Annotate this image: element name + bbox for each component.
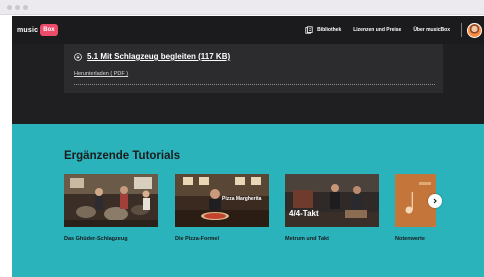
window-dot[interactable] — [23, 5, 28, 10]
logo-word: music — [17, 26, 39, 34]
window-dot[interactable] — [15, 5, 20, 10]
download-pdf-link[interactable]: Herunterladen ( PDF ) — [74, 71, 128, 77]
top-navbar: music Box Bibliothek Lizenzen und Preise… — [12, 16, 484, 44]
nav-links: Bibliothek Lizenzen und Preise Über musi… — [293, 16, 484, 44]
library-icon — [305, 26, 313, 34]
nav-divider — [461, 23, 462, 37]
tutorial-title[interactable]: Das Ghüder-Schlagzeug — [64, 236, 128, 242]
tutorial-thumbnail[interactable]: Pizza Margherita — [175, 174, 269, 227]
tutorial-title[interactable]: Die Pizza-Formel — [175, 236, 219, 242]
chevron-right-icon — [433, 198, 437, 204]
tutorial-card[interactable]: Pizza Margherita Die Pizza-Formel — [175, 174, 269, 242]
nav-library-link[interactable]: Bibliothek — [305, 26, 341, 34]
carousel-next-button[interactable] — [428, 194, 442, 208]
dotted-divider — [74, 84, 435, 85]
nav-about-link[interactable]: Über musicBox — [413, 27, 450, 33]
musicbox-logo[interactable]: music Box — [17, 24, 58, 36]
tutorial-thumbnail[interactable] — [64, 174, 158, 227]
tutorial-card[interactable]: Das Ghüder-Schlagzeug — [64, 174, 158, 242]
download-card: 5.1 Mit Schlagzeug begleiten (117 KB) He… — [64, 44, 443, 93]
download-section: 5.1 Mit Schlagzeug begleiten (117 KB) He… — [12, 44, 484, 124]
music-room-image — [285, 174, 379, 227]
download-title-link[interactable]: 5.1 Mit Schlagzeug begleiten (117 KB) — [87, 52, 230, 61]
logo-badge: Box — [40, 24, 58, 36]
user-avatar[interactable] — [467, 22, 482, 38]
nav-licenses-link[interactable]: Lizenzen und Preise — [353, 27, 401, 33]
thumbnail-caption: 4/4-Takt — [289, 209, 319, 218]
tutorial-title[interactable]: Notenwerte — [395, 236, 425, 242]
download-icon — [74, 52, 82, 61]
tutorials-heading: Ergänzende Tutorials — [64, 150, 181, 162]
tutorial-card[interactable]: 4/4-Takt Metrum und Takt — [285, 174, 379, 242]
window-titlebar — [0, 0, 484, 15]
nav-library-label: Bibliothek — [317, 27, 342, 33]
tutorials-section: Ergänzende Tutorials Das Ghüder-Schlagze… — [12, 124, 484, 277]
thumbnail-caption: Pizza Margherita — [222, 196, 262, 202]
drums-scene-image — [64, 174, 158, 227]
tutorial-title[interactable]: Metrum und Takt — [285, 236, 329, 242]
app-window: music Box Bibliothek Lizenzen und Preise… — [0, 0, 484, 277]
window-dot[interactable] — [7, 5, 12, 10]
download-row[interactable]: 5.1 Mit Schlagzeug begleiten (117 KB) — [74, 52, 230, 61]
tutorial-thumbnail[interactable]: 4/4-Takt — [285, 174, 379, 227]
